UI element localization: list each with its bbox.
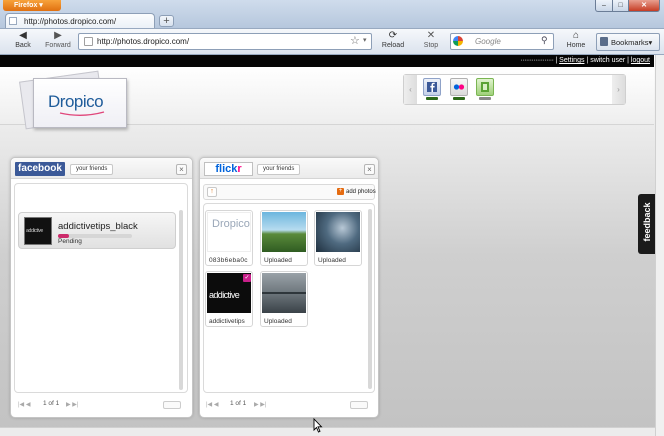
first-page-icon[interactable]: |◀ ◀ — [206, 401, 218, 408]
forward-arrow-icon: ▶ — [54, 30, 62, 41]
photo-caption: Uploaded — [264, 318, 292, 325]
flickr-icon — [453, 84, 465, 90]
picasa-status-indicator — [479, 97, 491, 100]
reload-icon: ⟳ — [388, 30, 398, 41]
album-thumbnail-text: addictive — [26, 228, 44, 234]
facebook-brand: facebook — [15, 162, 65, 176]
address-bar[interactable]: http://photos.dropico.com/ — [78, 33, 372, 50]
vertical-scrollbar[interactable] — [655, 55, 664, 436]
facebook-icon — [427, 82, 437, 92]
thumbnail-dropico-logo: Dropico — [212, 218, 250, 230]
tab-title: http://photos.dropico.com/ — [24, 17, 117, 26]
service-picasa[interactable] — [476, 78, 494, 96]
photo-caption: Uploaded — [318, 257, 346, 264]
home-icon: ⌂ — [572, 30, 580, 41]
back-button[interactable]: ◀ Back — [8, 30, 38, 52]
services-next-button[interactable]: › — [612, 75, 625, 104]
flickr-grid-scrollbar[interactable] — [368, 209, 372, 389]
photo-caption: 083b6eba0c — [209, 257, 248, 264]
thumbnail-text: addictive — [209, 290, 240, 300]
forward-button[interactable]: ▶ Forward — [43, 30, 73, 52]
bookmarks-label: Bookmarks — [611, 38, 649, 47]
photo-caption: Uploaded — [264, 257, 292, 264]
album-status: Pending — [58, 238, 82, 245]
url-dropdown-icon[interactable]: ▾ — [363, 36, 367, 44]
thumbnail-horizon — [262, 292, 306, 294]
user-bar: ·················· | Settings | switch u… — [0, 55, 654, 67]
back-arrow-icon: ◀ — [19, 30, 27, 41]
flickr-pager: 1 of 1 — [230, 400, 247, 407]
logout-link[interactable]: logout — [631, 57, 650, 64]
bookmark-star-icon[interactable]: ☆ — [350, 34, 360, 47]
dropico-logo[interactable]: Dropico — [48, 92, 104, 112]
search-input[interactable]: Google — [450, 33, 554, 50]
facebook-pager: 1 of 1 — [43, 400, 60, 407]
photo-thumbnail[interactable] — [262, 212, 306, 252]
back-label: Back — [15, 42, 31, 49]
new-tab-button[interactable]: + — [159, 15, 174, 27]
flickr-friends-button[interactable]: your friends — [257, 164, 301, 175]
stop-icon: ✕ — [426, 30, 436, 41]
selected-check-icon[interactable]: ✓ — [243, 274, 251, 282]
close-window-button[interactable]: ✕ — [628, 0, 660, 12]
forward-label: Forward — [45, 42, 71, 49]
flickr-connected-indicator — [453, 97, 465, 100]
last-page-icon[interactable]: ▶ ▶| — [254, 401, 266, 408]
address-text: http://photos.dropico.com/ — [97, 37, 190, 46]
photo-thumbnail[interactable] — [316, 212, 360, 252]
flickr-brand-pink: r — [237, 163, 242, 175]
logo-swoosh-icon — [59, 111, 105, 116]
service-facebook[interactable] — [423, 78, 441, 96]
photo-caption: addictivetips — [209, 318, 245, 325]
page-icon — [9, 17, 17, 25]
site-identity-icon[interactable] — [84, 37, 93, 46]
mouse-cursor-icon — [313, 418, 323, 433]
services-prev-button[interactable]: ‹ — [404, 75, 417, 104]
search-placeholder: Google — [475, 37, 501, 46]
horizontal-scrollbar[interactable] — [0, 427, 655, 436]
flickr-brand-blue: flick — [215, 163, 238, 175]
feedback-tab[interactable]: feedback — [638, 194, 655, 254]
first-page-icon[interactable]: |◀ ◀ — [18, 401, 30, 408]
username: ·················· — [520, 57, 554, 64]
album-name: addictivetips_black — [58, 221, 138, 232]
add-icon[interactable]: + — [337, 188, 344, 195]
facebook-friends-button[interactable]: your friends — [70, 164, 114, 175]
browser-tab[interactable]: http://photos.dropico.com/ — [5, 13, 155, 29]
last-page-icon[interactable]: ▶ ▶| — [66, 401, 78, 408]
home-button[interactable]: ⌂ Home — [561, 30, 591, 52]
minimize-button[interactable]: – — [595, 0, 613, 12]
add-photos-link[interactable]: add photos — [346, 189, 376, 195]
feedback-label: feedback — [642, 202, 652, 242]
bookmarks-icon — [600, 37, 608, 46]
reload-button[interactable]: ⟳ Reload — [378, 30, 408, 52]
facebook-list-scrollbar[interactable] — [179, 210, 183, 390]
facebook-connected-indicator — [426, 97, 438, 100]
firefox-menu-label: Firefox — [14, 2, 38, 9]
album-thumbnail[interactable]: addictive — [24, 217, 52, 245]
flickr-panel-close-button[interactable]: × — [364, 164, 375, 175]
switch-user-link[interactable]: switch user — [590, 57, 625, 64]
facebook-panel-close-button[interactable]: × — [176, 164, 187, 175]
stop-button[interactable]: ✕ Stop — [416, 30, 446, 52]
home-label: Home — [566, 42, 586, 49]
settings-link[interactable]: Settings — [559, 57, 584, 64]
up-folder-icon[interactable]: ↑ — [207, 187, 217, 197]
firefox-menu-button[interactable]: Firefox ▾ — [3, 0, 61, 11]
maximize-button[interactable]: □ — [612, 0, 629, 12]
flickr-page-size-box[interactable] — [350, 401, 368, 409]
stop-label: Stop — [423, 42, 439, 49]
flickr-brand: flickr — [204, 162, 253, 176]
facebook-page-size-box[interactable] — [163, 401, 181, 409]
google-icon[interactable] — [453, 36, 463, 46]
search-icon[interactable]: ⚲ — [541, 35, 548, 46]
service-flickr[interactable] — [450, 78, 468, 96]
film-icon — [481, 82, 489, 92]
reload-label: Reload — [381, 42, 405, 49]
